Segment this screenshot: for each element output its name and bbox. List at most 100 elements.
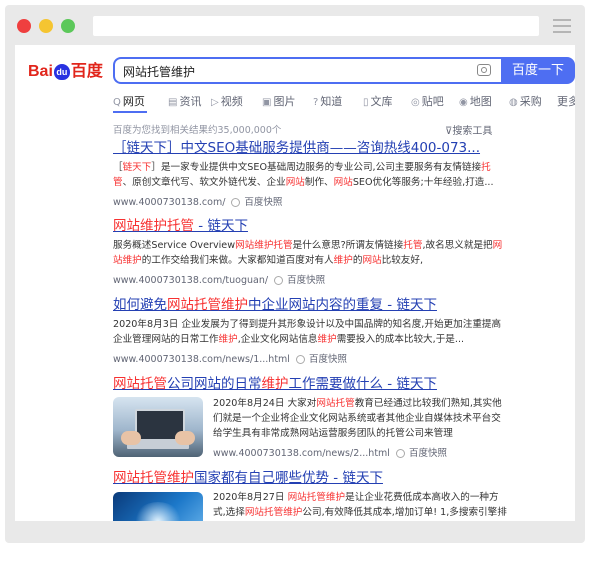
desc-highlight: 网站维护托管 — [235, 240, 293, 251]
info-icon[interactable] — [395, 449, 405, 458]
desc-text: ,故名思义就是把 — [422, 240, 493, 251]
tab-icon: ▯ — [363, 97, 369, 108]
tab-8[interactable]: ◍ 采购 — [509, 93, 542, 109]
logo-text-baidu: 百度 — [70, 63, 103, 80]
tab-label: 地图 — [469, 95, 492, 108]
search-result: 如何避免网站托管维护中企业网站内容的重复 - 链天下 2020年8月3日 企业发展… — [113, 296, 508, 365]
desc-text: ,企业文化网站信息 — [237, 334, 318, 345]
desc-text: 需要投入的成本比较大,于是... — [336, 334, 465, 345]
tab-label: 图片 — [273, 95, 296, 108]
desc-text: 、原创文章代写、软文外链代发、企业 — [122, 177, 286, 188]
tab-label: 贴吧 — [421, 95, 444, 108]
desc-text: 2020年8月27日 — [213, 492, 288, 503]
snapshot-link[interactable]: 百度快照 — [287, 275, 325, 286]
tab-icon: ? — [313, 97, 319, 108]
tab-label: 资讯 — [179, 95, 202, 108]
close-window-button[interactable] — [17, 19, 31, 33]
browser-chrome — [5, 5, 585, 45]
tab-1[interactable]: ▤ 资讯 — [168, 93, 201, 109]
result-title-link[interactable]: ［链天下］中文SEO基础服务提供商——咨询热线400-073... — [113, 139, 508, 157]
tab-label: 采购 — [519, 95, 542, 108]
tab-4[interactable]: ? 知道 — [313, 93, 342, 109]
tab-5[interactable]: ▯ 文库 — [363, 93, 393, 109]
hamburger-menu-icon[interactable] — [553, 19, 571, 37]
search-result: ［链天下］中文SEO基础服务提供商——咨询热线400-073... ［链天下］是一… — [113, 139, 508, 208]
desc-highlight: 网站托管维护 — [287, 492, 346, 503]
browser-window: Bai du 百度 网站托管维护 百度一下 Q 网页 ▤ 资讯 ▷ 视频 ▣ 图片? 知道 ▯ 文库 ◎ 贴… — [5, 5, 585, 543]
title-highlight: 网站托管维护 — [113, 470, 194, 486]
desc-text: ］是一家专业提供中文SEO基础周边服务的专业公司,公司主要服务有友情链接 — [151, 162, 482, 173]
desc-highlight: 维护 — [317, 334, 337, 345]
tab-icon: ◍ — [509, 97, 518, 108]
tab-label: 更多 — [557, 95, 575, 108]
result-url[interactable]: www.4000730138.com/news/1...html — [113, 354, 290, 365]
tab-label: 知道 — [320, 95, 343, 108]
tab-icon: ◉ — [459, 97, 468, 108]
desc-text: SEO优化等服务;十年经验,打造... — [352, 177, 494, 188]
title-highlight: 维护 — [261, 376, 289, 392]
snapshot-link[interactable]: 百度快照 — [309, 354, 347, 365]
info-icon[interactable] — [295, 355, 305, 364]
desc-text: 的工作交给我们来做。大家都知道百度对有人 — [141, 255, 334, 266]
result-url[interactable]: www.4000730138.com/ — [113, 197, 225, 208]
baidu-logo[interactable]: Bai du 百度 — [28, 57, 103, 81]
title-text: 如何避免 — [113, 297, 167, 313]
result-title-link[interactable]: 如何避免网站托管维护中企业网站内容的重复 - 链天下 — [113, 296, 508, 314]
logo-text-bai: Bai — [28, 63, 53, 80]
active-tab-indicator — [113, 111, 147, 113]
snapshot-link[interactable]: 百度快照 — [409, 448, 447, 459]
tab-3[interactable]: ▣ 图片 — [262, 93, 295, 109]
result-title-link[interactable]: 网站托管公司网站的日常维护工作需要做什么 - 链天下 — [113, 375, 508, 393]
result-url-line: www.4000730138.com/news/2...html 百度快照 — [213, 445, 508, 459]
desc-text: 制作、 — [304, 177, 334, 188]
tab-7[interactable]: ◉ 地图 — [459, 93, 492, 109]
tab-2[interactable]: ▷ 视频 — [211, 93, 243, 109]
search-tools-button[interactable]: ⊽搜索工具 — [445, 122, 492, 137]
tab-label: 视频 — [220, 95, 243, 108]
result-title-link[interactable]: 网站托管维护国家都有自己哪些优势 - 链天下 — [113, 469, 508, 487]
tab-6[interactable]: ◎ 贴吧 — [411, 93, 444, 109]
snapshot-link[interactable]: 百度快照 — [244, 197, 282, 208]
info-icon[interactable] — [231, 198, 241, 207]
search-tools-label: 搜索工具 — [452, 126, 493, 137]
result-thumbnail-tech[interactable] — [113, 492, 203, 521]
desc-text: 的 — [352, 255, 363, 266]
address-bar[interactable] — [93, 16, 539, 36]
tab-9[interactable]: 更多 — [557, 93, 575, 109]
tab-icon: ▣ — [262, 97, 272, 108]
info-icon[interactable] — [274, 276, 284, 285]
title-text: - 链天下 — [194, 218, 248, 234]
desc-highlight: 网站 — [285, 177, 305, 188]
desc-text: 是什么意思?所谓友情链接 — [292, 240, 404, 251]
desc-highlight: 维护 — [218, 334, 238, 345]
result-url-line: www.4000730138.com/news/1...html 百度快照 — [113, 351, 508, 365]
search-result: 网站维护托管 - 链天下 服务概述Service Overview网站维护托管是什… — [113, 217, 508, 286]
maximize-window-button[interactable] — [61, 19, 75, 33]
desc-highlight: 网站托管维护 — [244, 507, 303, 518]
result-count: 百度为您找到相关结果约35,000,000个 — [113, 125, 282, 136]
tab-icon: ▷ — [211, 97, 219, 108]
desc-text: 服务概述Service Overview — [113, 240, 236, 251]
desc-highlight: 网站 — [362, 255, 382, 266]
search-input[interactable]: 网站托管维护 — [123, 63, 195, 80]
search-button[interactable]: 百度一下 — [501, 57, 575, 84]
desc-highlight: 网站托管 — [316, 398, 355, 409]
result-url[interactable]: www.4000730138.com/tuoguan/ — [113, 275, 268, 286]
result-url[interactable]: www.4000730138.com/news/2...html — [213, 448, 390, 459]
title-text: 工作需要做什么 - 链天下 — [288, 376, 437, 392]
title-highlight: 网站托管 — [113, 376, 167, 392]
tab-0[interactable]: Q 网页 — [113, 93, 145, 109]
desc-highlight: 网站 — [333, 177, 353, 188]
desc-text: ［ — [113, 162, 123, 173]
search-tabs: Q 网页 ▤ 资讯 ▷ 视频 ▣ 图片? 知道 ▯ 文库 ◎ 贴吧 ◉ 地图 ◍ 采购 更多 — [113, 93, 575, 111]
result-description: 服务概述Service Overview网站维护托管是什么意思?所谓友情链接托管… — [113, 238, 508, 268]
search-box[interactable]: 网站托管维护 — [113, 57, 501, 84]
minimize-window-button[interactable] — [39, 19, 53, 33]
result-thumbnail-laptop[interactable] — [113, 397, 203, 457]
title-highlight: 网站维护托管 — [113, 218, 194, 234]
camera-icon[interactable] — [477, 64, 491, 76]
result-title-link[interactable]: 网站维护托管 - 链天下 — [113, 217, 508, 235]
page-content: Bai du 百度 网站托管维护 百度一下 Q 网页 ▤ 资讯 ▷ 视频 ▣ 图片? 知道 ▯ 文库 ◎ 贴… — [15, 45, 575, 521]
tab-label: 文库 — [370, 95, 393, 108]
title-highlight: 网站托管维护 — [167, 297, 248, 313]
